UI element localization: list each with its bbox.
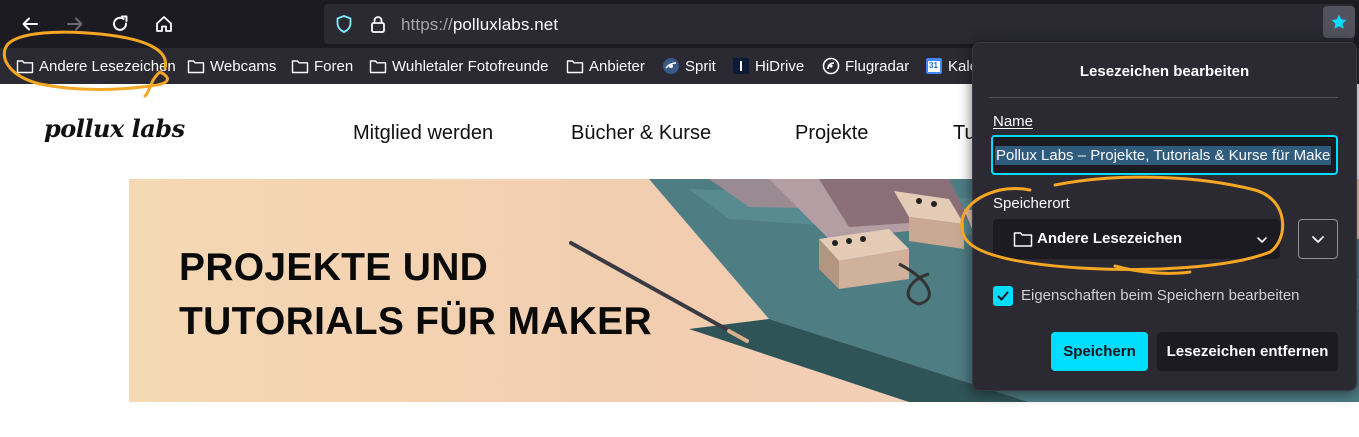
lock-icon[interactable]: [368, 14, 388, 34]
hero-line-2: TUTORIALS FÜR MAKER: [179, 300, 652, 343]
bookmark-sprit[interactable]: Sprit: [662, 54, 716, 78]
bookmark-label: Webcams: [210, 57, 277, 75]
bookmark-label: Flugradar: [845, 57, 910, 75]
reload-icon: [113, 15, 128, 31]
remove-bookmark-button[interactable]: Lesezeichen entfernen: [1157, 332, 1338, 371]
folder-icon: [369, 57, 387, 75]
edit-on-save-label[interactable]: Eigenschaften beim Speichern bearbeiten: [1021, 287, 1300, 304]
forward-button[interactable]: [59, 8, 91, 40]
bookmark-label: Foren: [314, 57, 354, 75]
bookmark-hidrive[interactable]: HiDrive: [732, 54, 804, 78]
url-host: polluxlabs.net: [452, 15, 559, 34]
chevron-down-icon: [1257, 237, 1267, 243]
folder-icon: [291, 57, 309, 75]
bookmark-wuhletaler-fotofreunde[interactable]: Wuhletaler Fotofreunde: [369, 54, 548, 78]
bookmark-andere-lesezeichen[interactable]: Andere Lesezeichen: [16, 54, 176, 78]
reload-button[interactable]: [104, 8, 136, 40]
bookmark-label: Sprit: [685, 57, 716, 75]
sprit-favicon: [662, 57, 680, 75]
site-logo[interactable]: pollux labs: [44, 114, 185, 143]
checkmark-icon: [997, 291, 1009, 301]
url-protocol: https://: [401, 15, 453, 34]
bookmark-kalender[interactable]: 31 Kale: [925, 54, 978, 78]
back-arrow-icon: [22, 17, 38, 31]
star-icon: [1331, 14, 1347, 29]
location-select-value: Andere Lesezeichen: [1037, 230, 1183, 247]
bookmark-flugradar[interactable]: Flugradar: [822, 54, 909, 78]
back-button[interactable]: [14, 8, 46, 40]
menu-item-buecher-kurse[interactable]: Bücher & Kurse: [571, 122, 711, 145]
home-icon: [156, 16, 172, 32]
bookmark-foren[interactable]: Foren: [291, 54, 353, 78]
shield-icon[interactable]: [334, 14, 354, 34]
bookmark-anbieter[interactable]: Anbieter: [566, 54, 645, 78]
edit-on-save-checkbox[interactable]: [993, 286, 1013, 306]
folder-icon: [1013, 232, 1033, 247]
menu-item-mitglied[interactable]: Mitglied werden: [353, 122, 493, 145]
expand-folder-tree-button[interactable]: [1298, 219, 1338, 259]
folder-icon: [16, 57, 34, 75]
name-input-value: Pollux Labs – Projekte, Tutorials & Kurs…: [995, 146, 1332, 165]
menu-item-projekte[interactable]: Projekte: [795, 122, 868, 145]
panel-title: Lesezeichen bearbeiten: [1079, 63, 1250, 80]
hero-title: PROJEKTE UND TUTORIALS FÜR MAKER: [179, 241, 699, 349]
location-select[interactable]: Andere Lesezeichen: [993, 219, 1280, 259]
chevron-down-icon: [1312, 236, 1324, 243]
bookmark-name-input[interactable]: Pollux Labs – Projekte, Tutorials & Kurs…: [991, 135, 1338, 175]
url-bar[interactable]: https://polluxlabs.net: [324, 4, 1355, 44]
calendar-badge: 31: [929, 61, 938, 70]
home-button[interactable]: [148, 8, 180, 40]
name-label: Name: [993, 113, 1033, 130]
flugradar-favicon: [822, 57, 840, 75]
browser-window: https://polluxlabs.net Andere Lesezeiche…: [0, 0, 1359, 437]
name-label-text: Name: [993, 113, 1034, 130]
bookmark-label: Andere Lesezeichen: [39, 57, 176, 75]
bookmark-label: Wuhletaler Fotofreunde: [392, 57, 549, 75]
hero-line-1: PROJEKTE UND: [179, 246, 489, 289]
panel-divider: [989, 97, 1338, 98]
forward-arrow-icon: [67, 17, 83, 31]
location-label: Speicherort: [993, 195, 1070, 212]
bookmark-webcams[interactable]: Webcams: [187, 54, 276, 78]
bookmark-star-button[interactable]: [1323, 6, 1355, 38]
url-text[interactable]: https://polluxlabs.net: [401, 15, 558, 35]
save-button[interactable]: Speichern: [1051, 332, 1148, 371]
calendar-favicon: 31: [925, 57, 943, 75]
bookmark-label: Anbieter: [589, 57, 645, 75]
bookmark-label: HiDrive: [755, 57, 805, 75]
edit-bookmark-panel: Lesezeichen bearbeiten Name Pollux Labs …: [972, 42, 1357, 391]
hidrive-favicon: [732, 57, 750, 75]
browser-toolbar: https://polluxlabs.net: [0, 0, 1359, 48]
folder-icon: [187, 57, 205, 75]
folder-icon: [566, 57, 584, 75]
